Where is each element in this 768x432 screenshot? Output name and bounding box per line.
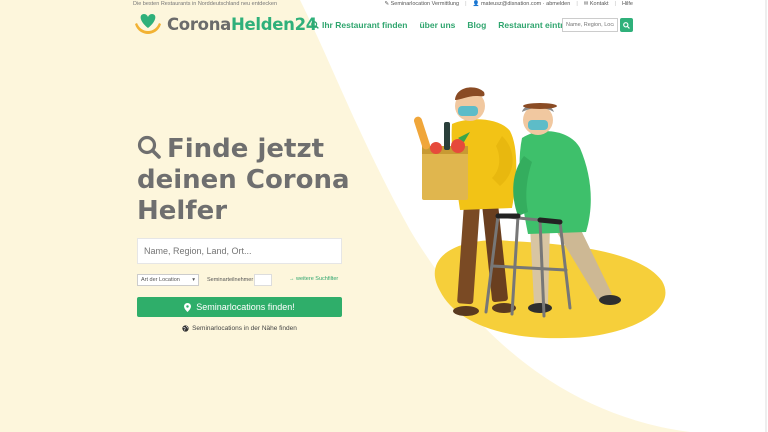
helpers-illustration (413, 87, 666, 339)
search-icon (311, 21, 319, 29)
more-filters-link[interactable]: → weitere Suchfilter (289, 276, 338, 282)
top-links: ✎ Seminarlocation Vermittlung | 👤 mateus… (385, 1, 634, 7)
nearby-link[interactable]: Seminarlocations in der Nähe finden (137, 325, 342, 332)
separator: | (465, 1, 467, 7)
top-link-account[interactable]: 👤 mateusz@disnation.com · abmelden (473, 1, 571, 7)
heart-hands-icon (135, 14, 161, 34)
search-filters: Art der Location ▾ Seminarteilnehmer → w… (137, 273, 347, 287)
nav-find-restaurant[interactable]: Ihr Restaurant finden (311, 20, 407, 30)
top-link-vermittlung[interactable]: ✎ Seminarlocation Vermittlung (385, 1, 460, 7)
search-icon (623, 21, 630, 29)
top-link-hilfe[interactable]: Hilfe (622, 1, 633, 7)
scrollbar[interactable] (765, 0, 767, 432)
top-bar: Die besten Restaurants in Norddeutschlan… (0, 0, 768, 10)
globe-icon (182, 325, 189, 332)
main-nav: Ihr Restaurant finden über uns Blog Rest… (311, 20, 583, 30)
tagline: Die besten Restaurants in Norddeutschlan… (133, 1, 278, 7)
nav-about[interactable]: über uns (419, 20, 455, 30)
participants-label: Seminarteilnehmer (207, 277, 254, 283)
header-search (562, 18, 633, 32)
logo-text: CoronaHelden24 (167, 14, 317, 34)
header: CoronaHelden24 Ihr Restaurant finden übe… (0, 10, 768, 44)
top-link-kontakt[interactable]: ✉ Kontakt (584, 1, 609, 7)
logo[interactable]: CoronaHelden24 (133, 11, 317, 37)
separator: | (614, 1, 616, 7)
map-pin-icon (184, 302, 192, 312)
hero-title: Finde jetzt deinen Corona Helfer (137, 134, 350, 226)
find-locations-button[interactable]: Seminarlocations finden! (137, 297, 342, 317)
search-icon (137, 135, 161, 159)
participants-input[interactable] (254, 274, 272, 286)
header-search-button[interactable] (620, 18, 633, 32)
main-search-input[interactable] (137, 238, 342, 264)
header-search-input[interactable] (562, 18, 618, 32)
location-type-select[interactable]: Art der Location ▾ (137, 274, 199, 286)
nav-blog[interactable]: Blog (467, 20, 486, 30)
chevron-down-icon: ▾ (192, 277, 195, 283)
separator: | (576, 1, 578, 7)
